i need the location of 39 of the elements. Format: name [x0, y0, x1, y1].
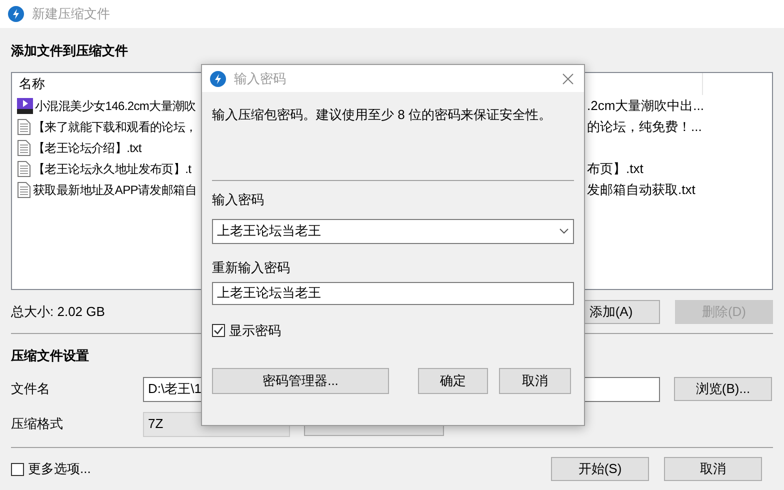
app-logo-icon: [210, 70, 226, 86]
more-options-checkbox[interactable]: [11, 462, 24, 476]
document-icon: [17, 182, 31, 198]
section-heading: 添加文件到压缩文件: [11, 42, 129, 60]
file-name: 布页】.txt: [587, 160, 644, 176]
total-size: 总大小: 2.02 GB: [11, 303, 106, 322]
cancel-button[interactable]: 取消: [664, 457, 762, 481]
document-icon: [17, 160, 31, 176]
ok-button[interactable]: 确定: [418, 368, 488, 394]
file-name: 小混混美少女146.2cm大量潮吹: [35, 98, 196, 114]
show-password-checkbox[interactable]: [212, 324, 225, 337]
section-heading: 压缩文件设置: [11, 347, 90, 365]
browse-button[interactable]: 浏览(B)...: [674, 377, 772, 401]
password-combobox[interactable]: 上老王论坛当老王: [212, 218, 574, 244]
file-name: 的论坛，纯免费！...: [587, 118, 702, 134]
close-icon[interactable]: [562, 72, 574, 84]
field-label: 文件名: [11, 380, 51, 398]
document-icon: [17, 118, 31, 134]
checkbox-label: 更多选项...: [28, 460, 91, 478]
field-label: 输入密码: [212, 190, 265, 208]
file-name: 【来了就能下载和观看的论坛，: [33, 118, 197, 136]
file-name: 获取最新地址及APP请发邮箱自: [33, 182, 197, 198]
dialog-message: 输入压缩包密码。建议使用至少 8 位的密码来保证安全性。: [212, 106, 552, 124]
field-label: 压缩格式: [11, 415, 64, 434]
file-name: 【老王论坛永久地址发布页】.t: [33, 160, 192, 178]
password-manager-button[interactable]: 密码管理器...: [212, 368, 389, 394]
app-logo-icon: [8, 6, 24, 22]
document-icon: [17, 140, 31, 156]
file-name: .2cm大量潮吹中出...: [587, 98, 704, 113]
file-name: 发邮箱自动获取.txt: [587, 182, 696, 197]
window-title: 新建压缩文件: [32, 5, 110, 24]
chevron-down-icon: [559, 228, 569, 234]
field-label: 重新输入密码: [212, 258, 291, 276]
confirm-password-field[interactable]: 上老王论坛当老王: [212, 282, 574, 304]
checkbox-label: 显示密码: [229, 322, 281, 340]
start-button[interactable]: 开始(S): [551, 457, 649, 481]
cancel-button[interactable]: 取消: [499, 368, 571, 394]
video-file-icon: [17, 98, 33, 114]
file-name: 【老王论坛介绍】.txt: [33, 140, 142, 156]
